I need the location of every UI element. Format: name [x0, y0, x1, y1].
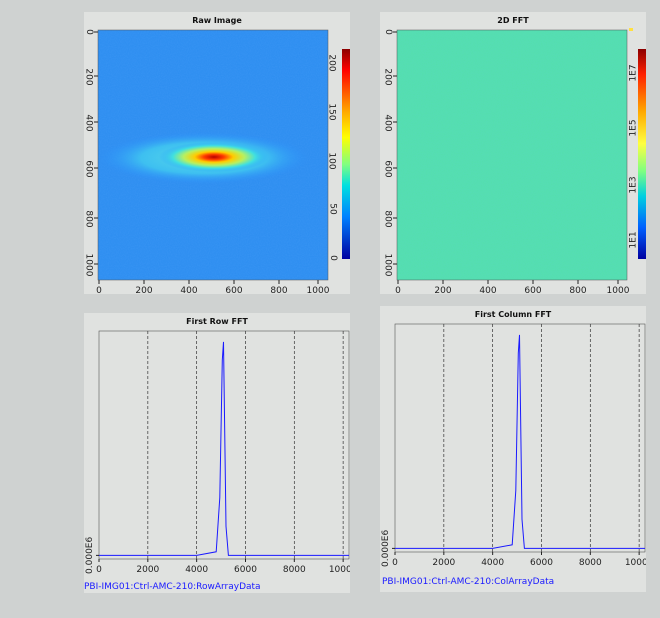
- y-tick-label: 200: [382, 68, 393, 86]
- x-tick-label: 4000: [481, 558, 504, 568]
- x-tick-label: 200: [434, 286, 452, 296]
- y-tick-label: 200: [83, 68, 94, 86]
- x-tick-label: 0: [392, 558, 398, 568]
- colorbar-label: 0: [327, 255, 338, 261]
- x-tick-label: 0: [395, 286, 401, 296]
- colorbar-label: 1E1: [628, 231, 639, 249]
- x-tick-label: 800: [569, 286, 587, 296]
- x-tick-label: 0: [96, 565, 102, 575]
- raw-image-plot[interactable]: [84, 12, 350, 294]
- y-tick-label: 800: [382, 210, 393, 228]
- y-tick-label: 0: [382, 29, 393, 35]
- y-tick-label: 0: [83, 29, 94, 35]
- x-tick-label: 400: [180, 286, 198, 296]
- y-tick-label: 600: [382, 160, 393, 178]
- y-tick-label: 600: [83, 160, 94, 178]
- y-tick-label: 0.000E6: [85, 537, 95, 574]
- colorbar-label: 1E5: [628, 119, 639, 137]
- fft2d-plot[interactable]: [380, 12, 646, 294]
- x-tick-label: 6000: [530, 558, 553, 568]
- x-tick-label: 10000: [625, 558, 646, 568]
- x-tick-label: 6000: [234, 565, 257, 575]
- series-line: [395, 334, 645, 549]
- fft2d-colorbar: [638, 49, 646, 259]
- series-line: [99, 341, 349, 556]
- x-tick-label: 800: [270, 286, 288, 296]
- colorbar-label: 200: [326, 54, 337, 72]
- x-tick-label: 10000: [329, 565, 350, 575]
- y-tick-label: 0.000E6: [381, 530, 391, 567]
- col-pv-label: PBI-IMG01:Ctrl-AMC-210:ColArrayData: [382, 577, 555, 587]
- colorbar-label: 50: [327, 203, 338, 215]
- x-tick-label: 1000: [606, 286, 630, 296]
- x-tick-label: 600: [225, 286, 243, 296]
- colorbar-label: 1E3: [628, 176, 639, 194]
- x-tick-label: 1000: [306, 286, 330, 296]
- x-tick-label: 0: [96, 286, 102, 296]
- colorbar-label: 150: [326, 103, 337, 121]
- colorbar-label: 1E7: [628, 64, 639, 82]
- y-tick-label: 400: [382, 114, 393, 132]
- y-tick-label: 400: [83, 114, 94, 132]
- x-tick-label: 2000: [432, 558, 455, 568]
- y-tick-label: 1000: [382, 253, 393, 277]
- x-tick-label: 4000: [185, 565, 208, 575]
- x-tick-label: 200: [135, 286, 153, 296]
- row-pv-label: PBI-IMG01:Ctrl-AMC-210:RowArrayData: [84, 582, 261, 592]
- y-tick-label: 800: [83, 210, 94, 228]
- raw-image-colorbar: [342, 49, 350, 259]
- y-tick-label: 1000: [83, 253, 94, 277]
- x-tick-label: 600: [524, 286, 542, 296]
- x-tick-label: 400: [479, 286, 497, 296]
- col-fft-chart[interactable]: 02000400060008000100000.000E61.000E62.00…: [380, 306, 646, 592]
- x-tick-label: 2000: [136, 565, 159, 575]
- x-tick-label: 8000: [283, 565, 306, 575]
- colorbar-label: 100: [326, 152, 337, 170]
- x-tick-label: 8000: [579, 558, 602, 568]
- row-fft-chart[interactable]: 02000400060008000100000.000E61.000E62.00…: [84, 313, 350, 593]
